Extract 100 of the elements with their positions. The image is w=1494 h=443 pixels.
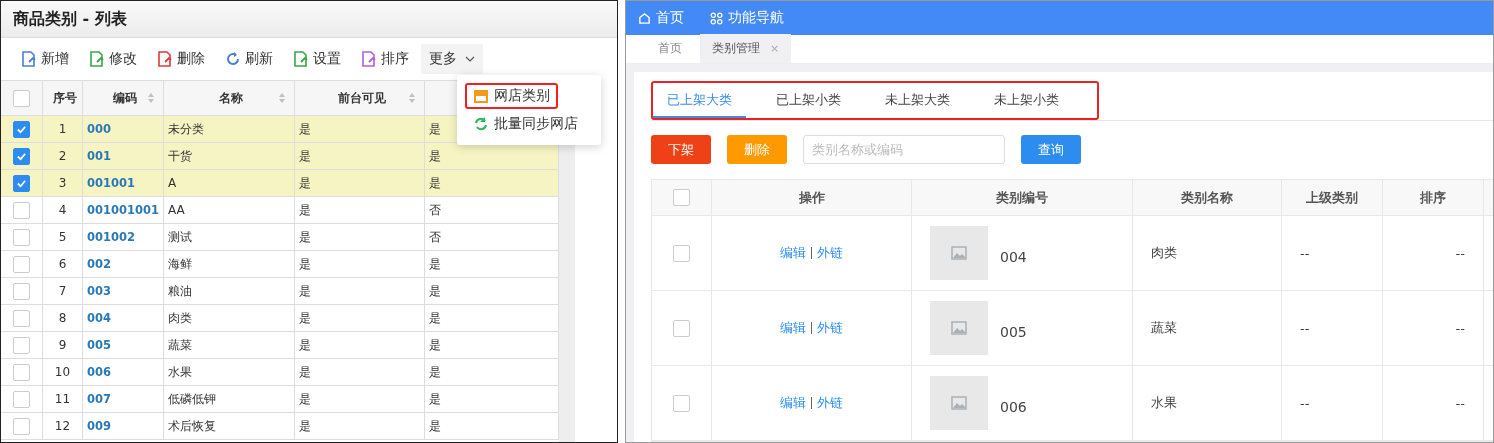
table-cell[interactable]: 001 <box>83 143 164 169</box>
table-cell: 肉类 <box>1151 244 1177 262</box>
table-cell[interactable]: 003 <box>83 278 164 304</box>
toolbar-button[interactable]: 刷新 <box>217 44 281 74</box>
checkbox[interactable] <box>673 189 690 206</box>
column-header: 排序 <box>1383 180 1484 215</box>
table-cell: 11 <box>43 386 83 412</box>
image-placeholder <box>930 301 988 355</box>
action-link[interactable]: 外链 <box>817 394 843 412</box>
table-row[interactable]: 6 002 海鲜 是 是 <box>1 251 559 278</box>
checkbox[interactable] <box>13 120 30 138</box>
action-link[interactable]: 外链 <box>817 319 843 337</box>
action-link[interactable]: 编辑 <box>780 394 806 412</box>
checkbox[interactable] <box>13 201 30 219</box>
checkbox[interactable] <box>13 336 30 354</box>
table-cell[interactable]: 009 <box>83 413 164 439</box>
table-cell: 006 <box>1000 399 1027 415</box>
checkbox[interactable] <box>673 394 690 412</box>
table-row[interactable]: 3 001001 A 是 是 <box>1 170 559 197</box>
tab[interactable]: 未上架大类 <box>871 83 964 118</box>
home-icon <box>638 11 651 25</box>
table-cell[interactable]: 007 <box>83 386 164 412</box>
table-row[interactable]: 12 009 术后恢复 是 是 <box>1 413 559 440</box>
column-header: 操作 <box>712 180 912 215</box>
table-row[interactable]: 4 001001001 AA 是 否 <box>1 197 559 224</box>
table-cell: 7 <box>43 278 83 304</box>
table-row[interactable]: 5 001002 测试 是 否 <box>1 224 559 251</box>
table-cell[interactable]: 000 <box>83 116 164 142</box>
column-header[interactable]: 前台可见 <box>295 81 425 115</box>
column-header: 类别名称 <box>1133 180 1282 215</box>
table-cell: 6 <box>43 251 83 277</box>
table-cell[interactable]: 004 <box>83 305 164 331</box>
more-button[interactable]: 更多 <box>421 44 483 74</box>
column-header[interactable]: 序号 <box>43 81 83 115</box>
table-cell[interactable]: 001001001 <box>83 197 164 223</box>
checkbox[interactable] <box>13 89 30 107</box>
table-cell: 2 <box>43 143 83 169</box>
checkbox[interactable] <box>13 309 30 327</box>
checkbox[interactable] <box>13 363 30 381</box>
column-header: 类别编号 <box>912 180 1133 215</box>
table-cell: 10 <box>43 359 83 385</box>
table-row[interactable]: 8 004 肉类 是 是 <box>1 305 559 332</box>
table-cell: 是 <box>295 143 425 169</box>
table-cell: 12 <box>43 413 83 439</box>
menu-item[interactable]: 网店类别 <box>465 83 558 109</box>
page-tab[interactable]: 类别管理 × <box>700 34 792 63</box>
table-cell: 水果 <box>1151 394 1177 412</box>
action-button[interactable]: 下架 <box>651 135 711 164</box>
table-cell[interactable]: 005 <box>83 332 164 358</box>
table-cell[interactable]: 001001 <box>83 170 164 196</box>
table-cell: 是 <box>295 278 425 304</box>
tab[interactable]: 未上架小类 <box>980 83 1073 118</box>
table-row[interactable]: 10 006 水果 是 是 <box>1 359 559 386</box>
checkbox[interactable] <box>13 228 30 246</box>
grid-icon <box>710 11 723 25</box>
table-cell: 是 <box>295 170 425 196</box>
table-cell: 004 <box>1000 249 1027 265</box>
table-cell: 是 <box>295 359 425 385</box>
table-cell: 5 <box>43 224 83 250</box>
table-cell: 3 <box>43 170 83 196</box>
table-cell[interactable]: 001002 <box>83 224 164 250</box>
table-cell: 肉类 <box>164 305 295 331</box>
toolbar-button[interactable]: 新增 <box>13 44 77 74</box>
table-row[interactable]: 7 003 粮油 是 是 <box>1 278 559 305</box>
table-row[interactable]: 11 007 低磷低钾 是 是 <box>1 386 559 413</box>
table-cell: 005 <box>1000 324 1027 340</box>
table-cell[interactable]: 002 <box>83 251 164 277</box>
document-icon <box>21 51 37 67</box>
toolbar-button[interactable]: 排序 <box>353 44 417 74</box>
checkbox[interactable] <box>13 255 30 273</box>
check-icon <box>16 123 27 135</box>
toolbar-button[interactable]: 修改 <box>81 44 145 74</box>
tab[interactable]: 已上架小类 <box>762 83 855 118</box>
toolbar-button[interactable]: 删除 <box>149 44 213 74</box>
toolbar-button[interactable]: 设置 <box>285 44 349 74</box>
tab[interactable]: 已上架大类 <box>653 83 746 118</box>
table-row[interactable]: 9 005 蔬菜 是 是 <box>1 332 559 359</box>
table-cell[interactable]: 006 <box>83 359 164 385</box>
checkbox[interactable] <box>13 147 30 165</box>
check-icon <box>16 150 27 162</box>
column-header[interactable]: 名称 <box>164 81 295 115</box>
table-row[interactable]: 2 001 干货 是 是 <box>1 143 559 170</box>
table-cell: AA <box>164 197 295 223</box>
checkbox[interactable] <box>13 282 30 300</box>
checkbox[interactable] <box>13 417 30 435</box>
action-link[interactable]: 编辑 <box>780 244 806 262</box>
document-icon <box>293 51 309 67</box>
checkbox[interactable] <box>673 319 690 337</box>
table-cell: 是 <box>295 251 425 277</box>
caret-icon <box>465 56 475 62</box>
page-tab[interactable]: 首页 <box>646 34 694 63</box>
checkbox[interactable] <box>673 244 690 262</box>
action-link[interactable]: 编辑 <box>780 319 806 337</box>
checkbox[interactable] <box>13 174 30 192</box>
checkbox[interactable] <box>13 390 30 408</box>
table-cell: 术后恢复 <box>164 413 295 439</box>
image-placeholder <box>930 226 988 280</box>
action-link[interactable]: 外链 <box>817 244 843 262</box>
column-header[interactable]: 编码 <box>83 81 164 115</box>
search-field[interactable]: 类别名称或编码 <box>803 135 1005 164</box>
